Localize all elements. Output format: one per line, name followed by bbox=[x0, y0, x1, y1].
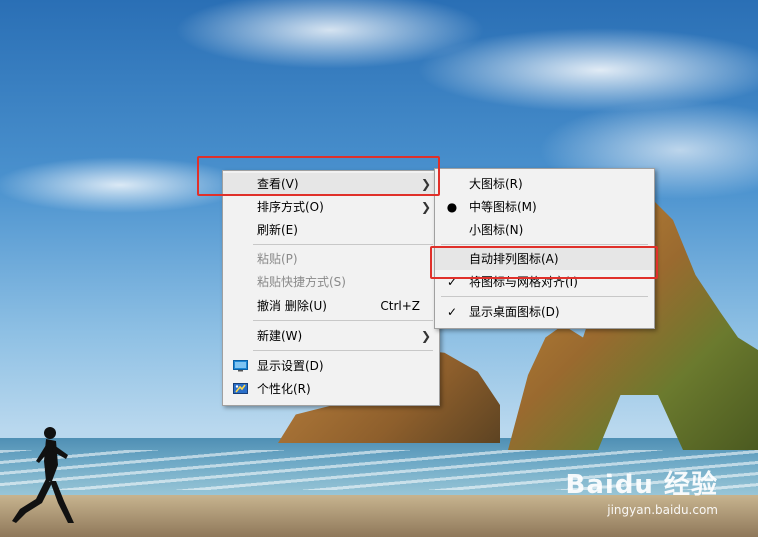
radio-dot-icon: ● bbox=[446, 200, 458, 214]
chevron-right-icon: ❯ bbox=[420, 200, 431, 214]
menu-item-paste-shortcut[interactable]: 粘贴快捷方式(S) bbox=[223, 271, 439, 293]
display-settings-icon bbox=[233, 360, 248, 372]
menu-item-label: 撤消 删除(U) bbox=[257, 299, 327, 313]
menu-item-label: 刷新(E) bbox=[257, 223, 298, 237]
watermark-url: jingyan.baidu.com bbox=[607, 503, 718, 517]
menu-item-label: 中等图标(M) bbox=[469, 200, 537, 214]
menu-item-refresh[interactable]: 刷新(E) bbox=[223, 219, 439, 241]
menu-item-label: 粘贴(P) bbox=[257, 252, 298, 266]
runner-silhouette bbox=[12, 427, 74, 523]
menu-item-label: 新建(W) bbox=[257, 329, 303, 343]
menu-item-personalize[interactable]: 个性化(R) bbox=[223, 378, 439, 400]
watermark-logo: Baidu 经验 bbox=[565, 470, 718, 500]
submenu-item-align-to-grid[interactable]: ✓ 将图标与网格对齐(I) bbox=[435, 271, 654, 293]
checkmark-icon: ✓ bbox=[446, 275, 458, 289]
view-submenu: 大图标(R) ● 中等图标(M) 小图标(N) 自动排列图标(A) ✓ 将图标与… bbox=[434, 168, 655, 329]
submenu-item-show-desktop-icons[interactable]: ✓ 显示桌面图标(D) bbox=[435, 301, 654, 323]
menu-item-label: 粘贴快捷方式(S) bbox=[257, 275, 346, 289]
menu-separator bbox=[253, 350, 433, 351]
menu-item-label: 显示桌面图标(D) bbox=[469, 305, 560, 319]
menu-item-label: 将图标与网格对齐(I) bbox=[469, 275, 578, 289]
menu-item-label: 显示设置(D) bbox=[257, 359, 324, 373]
menu-separator bbox=[253, 320, 433, 321]
submenu-item-small-icons[interactable]: 小图标(N) bbox=[435, 219, 654, 241]
submenu-item-medium-icons[interactable]: ● 中等图标(M) bbox=[435, 196, 654, 218]
desktop-context-menu: 查看(V) ❯ 排序方式(O) ❯ 刷新(E) 粘贴(P) 粘贴快捷方式(S) … bbox=[222, 170, 440, 406]
menu-item-shortcut: Ctrl+Z bbox=[380, 299, 420, 313]
menu-item-view[interactable]: 查看(V) ❯ bbox=[223, 173, 439, 195]
menu-item-label: 排序方式(O) bbox=[257, 200, 324, 214]
menu-item-label: 小图标(N) bbox=[469, 223, 524, 237]
personalize-icon bbox=[233, 383, 248, 394]
menu-item-label: 个性化(R) bbox=[257, 382, 311, 396]
submenu-item-auto-arrange[interactable]: 自动排列图标(A) bbox=[435, 248, 654, 270]
checkmark-icon: ✓ bbox=[446, 305, 458, 319]
menu-separator bbox=[441, 296, 648, 297]
baidu-watermark: Baidu 经验 jingyan.baidu.com bbox=[566, 464, 718, 517]
menu-item-label: 自动排列图标(A) bbox=[469, 252, 559, 266]
menu-item-undo-delete[interactable]: 撤消 删除(U) Ctrl+Z bbox=[223, 295, 439, 317]
menu-item-new[interactable]: 新建(W) ❯ bbox=[223, 325, 439, 347]
menu-item-paste[interactable]: 粘贴(P) bbox=[223, 248, 439, 270]
chevron-right-icon: ❯ bbox=[420, 329, 431, 343]
menu-separator bbox=[253, 244, 433, 245]
menu-item-label: 查看(V) bbox=[257, 177, 299, 191]
chevron-right-icon: ❯ bbox=[420, 177, 431, 191]
menu-item-display-settings[interactable]: 显示设置(D) bbox=[223, 355, 439, 377]
menu-item-label: 大图标(R) bbox=[469, 177, 523, 191]
menu-item-sort-by[interactable]: 排序方式(O) ❯ bbox=[223, 196, 439, 218]
submenu-item-large-icons[interactable]: 大图标(R) bbox=[435, 173, 654, 195]
menu-separator bbox=[441, 244, 648, 245]
